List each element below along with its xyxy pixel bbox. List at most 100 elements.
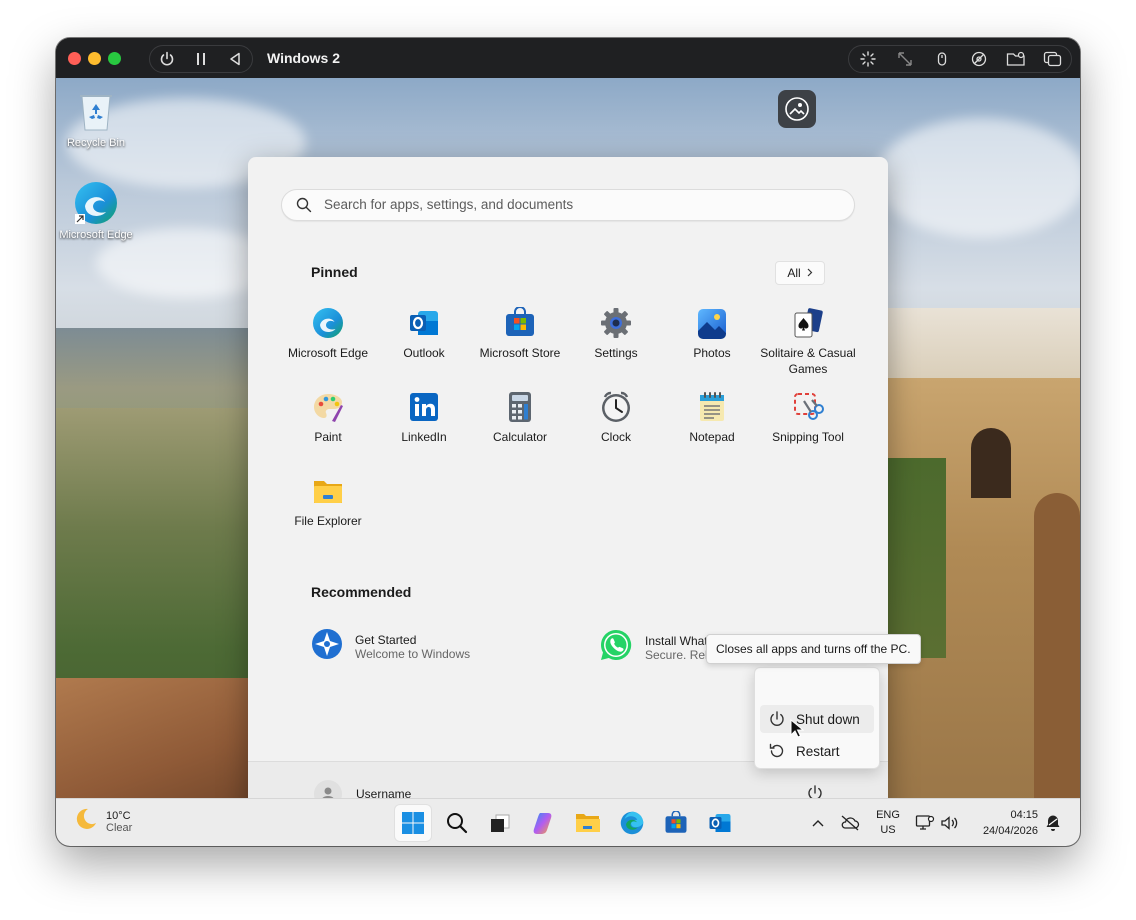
notifications-button[interactable]: [1042, 799, 1064, 846]
back-icon[interactable]: [218, 46, 252, 72]
desktop-icon-recycle-bin[interactable]: Recycle Bin: [56, 88, 136, 149]
edge-icon: [620, 811, 644, 835]
taskbar-copilot-button[interactable]: [526, 805, 562, 841]
notepad-icon: [696, 391, 728, 423]
pinned-app-notepad[interactable]: Notepad: [664, 391, 760, 445]
power-icon[interactable]: [150, 46, 184, 72]
spinner-icon[interactable]: [851, 46, 885, 72]
taskbar-search-button[interactable]: [439, 805, 475, 841]
restart-icon: [768, 742, 786, 760]
volume-tray-button[interactable]: [938, 799, 960, 846]
pinned-app-edge[interactable]: Microsoft Edge: [280, 307, 376, 361]
bell-icon: [1046, 815, 1060, 831]
edge-icon: [312, 307, 344, 339]
recommended-title-text: Get Started: [355, 632, 417, 647]
pinned-app-outlook[interactable]: Outlook: [376, 307, 472, 361]
chevron-up-icon: [812, 820, 824, 827]
whatsapp-icon: [599, 628, 633, 667]
pinned-app-store[interactable]: Microsoft Store: [472, 306, 568, 361]
moon-icon: [74, 807, 98, 836]
avatar[interactable]: [314, 780, 342, 798]
search-icon: [447, 813, 468, 834]
vm-controls: [149, 45, 253, 73]
network-icon: [915, 815, 935, 830]
pause-icon[interactable]: [184, 46, 218, 72]
get-started-icon: [311, 628, 343, 665]
clock-date: 24/04/2026: [982, 825, 1038, 837]
pinned-app-file-explorer[interactable]: File Explorer: [280, 475, 376, 529]
pinned-app-solitaire[interactable]: Solitaire & Casual Games: [760, 307, 856, 377]
clock-icon: [600, 391, 632, 423]
taskbar: 10°C Clear ENG US 04:15 24/04/2026: [56, 798, 1080, 846]
taskbar-outlook-button[interactable]: [702, 805, 738, 841]
pinned-app-calculator[interactable]: Calculator: [472, 391, 568, 445]
taskbar-file-explorer-button[interactable]: [570, 805, 606, 841]
search-placeholder: Search for apps, settings, and documents: [324, 197, 574, 212]
power-menu: Shut down Restart: [754, 667, 880, 769]
wallpaper-greenery: [886, 458, 946, 658]
task-view-button[interactable]: [482, 805, 518, 841]
pinned-app-paint[interactable]: Paint: [280, 391, 376, 445]
show-hidden-icons-button[interactable]: [808, 799, 828, 846]
pinned-app-snipping-tool[interactable]: Snipping Tool: [760, 391, 856, 445]
linkedin-icon: [408, 391, 440, 423]
restart-menu-item[interactable]: Restart: [760, 737, 874, 765]
app-label: Microsoft Store: [479, 346, 561, 360]
wallpaper-town: [886, 308, 1080, 388]
username[interactable]: Username: [356, 787, 411, 798]
pinned-app-linkedin[interactable]: LinkedIn: [376, 391, 472, 445]
close-window-button[interactable]: [68, 52, 81, 65]
app-label: Microsoft Edge: [287, 346, 369, 360]
copilot-icon: [533, 813, 552, 834]
app-label: Solitaire & Casual Games: [760, 346, 856, 376]
desktop-icon-label: Recycle Bin: [66, 137, 126, 149]
restart-label: Restart: [796, 743, 840, 759]
network-tray-button[interactable]: [914, 799, 936, 846]
mouse-icon[interactable]: [925, 46, 959, 72]
wallpaper-arch: [971, 428, 1011, 498]
vm-right-controls: [848, 45, 1072, 73]
language-code: ENG: [876, 809, 900, 821]
pinned-app-photos[interactable]: Photos: [664, 307, 760, 361]
taskbar-store-button[interactable]: [658, 805, 694, 841]
search-input[interactable]: Search for apps, settings, and documents: [281, 189, 855, 221]
pinned-app-settings[interactable]: Settings: [568, 307, 664, 361]
mouse-cursor-icon: [790, 718, 805, 744]
wallpaper-cloud: [876, 118, 1080, 238]
folder-icon[interactable]: [999, 46, 1033, 72]
language-indicator[interactable]: ENG US: [870, 799, 906, 846]
vm-window: Windows 2 Recycle Bin Microsoft Edge Sea…: [56, 38, 1080, 846]
recommended-item-get-started[interactable]: Get Started Welcome to Windows: [311, 628, 470, 665]
onedrive-tray-button[interactable]: [838, 799, 862, 846]
minimize-window-button[interactable]: [88, 52, 101, 65]
start-button[interactable]: [395, 805, 431, 841]
pinned-app-clock[interactable]: Clock: [568, 391, 664, 445]
vm-titlebar: Windows 2: [56, 38, 1080, 78]
app-label: Calculator: [492, 430, 548, 444]
photos-icon: [696, 307, 728, 339]
chevron-right-icon: [807, 266, 813, 280]
taskbar-edge-button[interactable]: [614, 805, 650, 841]
pinned-title: Pinned: [311, 264, 358, 280]
store-icon: [504, 306, 536, 339]
app-label: Outlook: [403, 346, 445, 360]
clock[interactable]: 04:15 24/04/2026: [968, 799, 1038, 846]
app-label: File Explorer: [294, 514, 362, 528]
weather-widget[interactable]: 10°C Clear: [74, 807, 132, 836]
maximize-window-button[interactable]: [108, 52, 121, 65]
snipping-tool-icon: [792, 391, 824, 423]
resize-icon[interactable]: [888, 46, 922, 72]
desktop-icon-edge[interactable]: Microsoft Edge: [56, 180, 136, 241]
all-apps-button[interactable]: All: [775, 261, 825, 285]
calculator-icon: [504, 391, 536, 423]
desktop: Recycle Bin Microsoft Edge Search for ap…: [56, 78, 1080, 798]
power-button[interactable]: [806, 784, 824, 798]
app-label: Snipping Tool: [772, 430, 844, 444]
shutdown-menu-item[interactable]: Shut down: [760, 705, 874, 733]
edge-icon: [73, 180, 119, 226]
app-label: Photos: [693, 346, 731, 360]
disc-icon[interactable]: [962, 46, 996, 72]
app-label: Settings: [594, 346, 638, 360]
photos-widget-icon[interactable]: [778, 90, 816, 128]
windows-icon[interactable]: [1036, 46, 1070, 72]
